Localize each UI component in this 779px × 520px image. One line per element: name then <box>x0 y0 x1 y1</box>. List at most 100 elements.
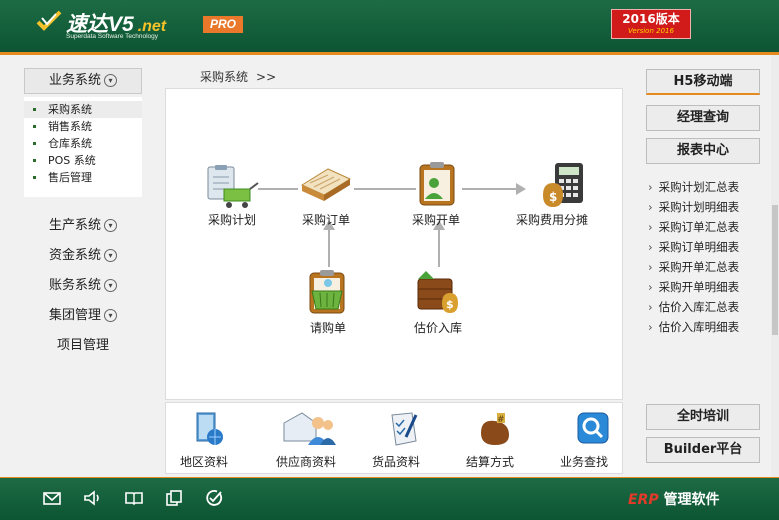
version-badge: 2016版本 Version 2016 <box>611 9 691 39</box>
report-item[interactable]: › 采购开单汇总表 <box>648 257 768 277</box>
erp-text: 管理软件 <box>663 492 720 508</box>
flow-connector <box>258 188 298 190</box>
manager-query-button[interactable]: 经理查询 <box>646 105 760 131</box>
nav-business-label: 业务系统 <box>48 73 101 88</box>
report-item[interactable]: › 采购开单明细表 <box>648 277 768 297</box>
app-header: 速达V5 .net Superdata Software Technology P… <box>0 0 779 55</box>
chevron-right-icon: › <box>648 260 653 274</box>
svg-text:$: $ <box>549 190 557 204</box>
flow-label: 估价入库 <box>414 321 463 335</box>
mail-icon[interactable] <box>42 488 62 508</box>
breadcrumb: 采购系统 >> <box>200 68 276 85</box>
submenu-label: 售后管理 <box>48 171 92 184</box>
chevron-down-icon: ▾ <box>104 219 117 232</box>
flow-node-expense-allocation[interactable]: $ 采购费用分摊 <box>516 161 604 227</box>
flow-node-purchase-request[interactable]: 请购单 <box>302 269 352 335</box>
nav-production-system[interactable]: 生产系统 ▾ <box>24 214 142 233</box>
report-label: 采购开单明细表 <box>658 280 740 294</box>
vertical-scrollbar[interactable] <box>771 55 779 477</box>
nav-label: 资金系统 <box>48 248 101 263</box>
flow-node-purchase-invoice[interactable]: 采购开单 <box>412 161 464 227</box>
report-center-button[interactable]: 报表中心 <box>646 138 760 164</box>
speaker-icon[interactable] <box>82 488 102 508</box>
bullet-icon <box>33 125 36 128</box>
nav-business-system[interactable]: 业务系统 ▾ <box>24 68 142 94</box>
scrollbar-thumb[interactable] <box>772 205 778 335</box>
clipboard-user-icon <box>419 162 455 206</box>
chevron-down-icon: ▾ <box>104 249 117 262</box>
left-sidebar: 业务系统 ▾ 采购系统 销售系统 仓库系统 POS 系统 售后管理 生产系统 ▾ 资… <box>0 55 162 477</box>
submenu-item-pos[interactable]: POS 系统 <box>24 152 142 169</box>
full-time-training-button[interactable]: 全时培训 <box>646 404 760 430</box>
tool-business-search[interactable]: 业务查找 <box>560 411 616 471</box>
nav-group-management[interactable]: 集团管理 ▾ <box>24 304 142 323</box>
flow-label: 采购订单 <box>302 213 351 227</box>
tool-supplier-data[interactable]: 供应商资料 <box>276 411 340 471</box>
tool-region-data[interactable]: 地区资料 <box>180 411 230 471</box>
submenu-label: POS 系统 <box>48 154 96 167</box>
report-label: 采购计划明细表 <box>658 200 740 214</box>
crate-money-icon: $ <box>417 271 458 313</box>
flow-node-purchase-plan[interactable]: 采购计划 <box>202 165 262 227</box>
report-label: 估价入库汇总表 <box>658 300 740 314</box>
chevron-down-icon: ▾ <box>104 309 117 322</box>
submenu-item-warehouse[interactable]: 仓库系统 <box>24 135 142 152</box>
flow-connector <box>328 227 330 267</box>
supplier-people-icon <box>283 412 336 445</box>
svg-text:$: $ <box>446 298 454 311</box>
right-sidebar: H5移动端 经理查询 报表中心 › 采购计划汇总表 › 采购计划明细表 › 采购订单汇… <box>643 55 779 477</box>
nav-project-management[interactable]: 项目管理 <box>24 334 142 353</box>
logo-check-icon <box>36 10 62 31</box>
flow-label: 请购单 <box>310 321 347 335</box>
chevron-right-icon: › <box>648 240 653 254</box>
flow-node-estimate-stock[interactable]: $ 估价入库 <box>414 269 464 335</box>
clipboard-basket-icon <box>309 270 345 314</box>
submenu-item-aftersales[interactable]: 售后管理 <box>24 169 142 186</box>
report-item[interactable]: › 采购计划汇总表 <box>648 177 768 197</box>
report-item[interactable]: › 估价入库明细表 <box>648 317 768 337</box>
book-globe-icon <box>196 412 223 445</box>
chevron-down-icon: ▾ <box>104 279 117 292</box>
report-item[interactable]: › 估价入库汇总表 <box>648 297 768 317</box>
report-label: 采购计划汇总表 <box>658 180 740 194</box>
flow-label: 采购费用分摊 <box>516 213 589 227</box>
tool-goods-data[interactable]: 货品资料 <box>372 411 428 471</box>
h5-mobile-button[interactable]: H5移动端 <box>646 69 760 95</box>
report-label: 采购订单明细表 <box>658 240 740 254</box>
report-item[interactable]: › 采购订单明细表 <box>648 237 768 257</box>
submenu-label: 销售系统 <box>48 120 92 133</box>
copy-icon[interactable] <box>164 488 184 508</box>
tool-label: 地区资料 <box>180 455 229 469</box>
submenu-item-sales[interactable]: 销售系统 <box>24 118 142 135</box>
nav-label: 生产系统 <box>48 218 101 233</box>
nav-accounting-system[interactable]: 账务系统 ▾ <box>24 274 142 293</box>
builder-platform-button[interactable]: Builder平台 <box>646 437 760 463</box>
bullet-icon <box>33 108 36 111</box>
tool-label: 供应商资料 <box>276 455 337 469</box>
nav-label: 集团管理 <box>48 308 101 323</box>
check-circle-icon[interactable] <box>204 488 224 508</box>
chevron-right-icon: › <box>648 320 653 334</box>
submenu-item-purchase[interactable]: 采购系统 <box>24 101 142 118</box>
tool-settlement-method[interactable]: # 结算方式 <box>464 411 520 471</box>
report-item[interactable]: › 采购计划明细表 <box>648 197 768 217</box>
flow-connector <box>438 227 440 267</box>
flow-connector <box>462 188 518 190</box>
pro-badge: PRO <box>203 16 243 33</box>
svg-text:#: # <box>497 415 505 425</box>
calculator-money-icon: $ <box>543 163 583 207</box>
open-book-icon <box>300 168 352 201</box>
logo-tagline: Superdata Software Technology <box>66 33 159 40</box>
book-icon[interactable] <box>124 488 144 508</box>
chevron-down-icon: ▾ <box>104 74 117 87</box>
chevron-right-icon: › <box>648 220 653 234</box>
nav-finance-system[interactable]: 资金系统 ▾ <box>24 244 142 263</box>
version-title: 2016版本 <box>622 12 680 26</box>
bullet-icon <box>33 142 36 145</box>
basic-data-toolbar: 地区资料 供应商资料 货品资料 # 结算方式 业务查找 <box>165 402 623 474</box>
flow-node-purchase-order[interactable]: 采购订单 <box>298 165 354 227</box>
breadcrumb-separator: >> <box>256 70 277 84</box>
flow-label: 采购开单 <box>412 213 461 227</box>
report-item[interactable]: › 采购订单汇总表 <box>648 217 768 237</box>
purchase-flow-panel: 采购计划 采购订单 采购开单 $ 采购费用分摊 请购单 $ 估价入库 <box>165 88 623 400</box>
